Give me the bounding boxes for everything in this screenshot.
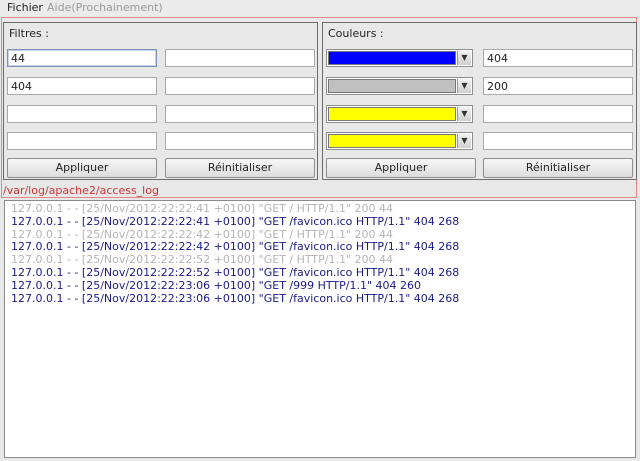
filter-field-1[interactable] xyxy=(7,49,157,67)
filters-title: Filtres : xyxy=(9,27,49,40)
filters-apply-button[interactable]: Appliquer xyxy=(7,158,157,178)
color-combo-3[interactable]: ▼ xyxy=(326,105,473,123)
chevron-down-icon[interactable]: ▼ xyxy=(457,107,471,121)
color-combo-4[interactable]: ▼ xyxy=(326,132,473,150)
color-swatch xyxy=(328,134,456,148)
color-value-field-3[interactable] xyxy=(483,105,633,123)
color-value-field-1[interactable] xyxy=(483,49,633,67)
filter-field-4[interactable] xyxy=(165,77,315,95)
filter-field-7[interactable] xyxy=(7,132,157,150)
menu-help[interactable]: Aide(Prochainement) xyxy=(47,1,163,14)
chevron-down-icon[interactable]: ▼ xyxy=(457,51,471,65)
filter-field-3[interactable] xyxy=(7,77,157,95)
color-swatch xyxy=(328,107,456,121)
log-line: 127.0.0.1 - - [25/Nov/2012:22:22:52 +010… xyxy=(11,265,460,279)
filters-reset-button[interactable]: Réinitialiser xyxy=(165,158,315,178)
menu-bar: Fichier Aide(Prochainement) xyxy=(0,0,640,16)
color-value-field-2[interactable] xyxy=(483,77,633,95)
colors-apply-button[interactable]: Appliquer xyxy=(326,158,476,178)
log-line: 127.0.0.1 - - [25/Nov/2012:22:22:41 +010… xyxy=(11,202,394,215)
color-value-field-4[interactable] xyxy=(483,132,633,150)
colors-reset-button[interactable]: Réinitialiser xyxy=(483,158,633,178)
color-swatch xyxy=(328,51,456,65)
filters-panel: Filtres : Appliquer Réinitialiser xyxy=(3,22,318,180)
log-file-path: /var/log/apache2/access_log xyxy=(3,184,159,197)
colors-panel: Couleurs : ▼ ▼ ▼ ▼ Appliquer Réinitialis… xyxy=(322,22,637,180)
filter-field-5[interactable] xyxy=(7,105,157,123)
colors-title: Couleurs : xyxy=(328,27,384,40)
color-combo-1[interactable]: ▼ xyxy=(326,49,473,67)
chevron-down-icon[interactable]: ▼ xyxy=(457,134,471,148)
log-output[interactable]: 127.0.0.1 - - [25/Nov/2012:22:22:41 +010… xyxy=(4,200,636,458)
color-swatch xyxy=(328,79,456,93)
menu-file[interactable]: Fichier xyxy=(7,1,43,14)
filter-field-2[interactable] xyxy=(165,49,315,67)
filter-field-8[interactable] xyxy=(165,132,315,150)
log-line: 127.0.0.1 - - [25/Nov/2012:22:23:06 +010… xyxy=(11,278,422,292)
color-combo-2[interactable]: ▼ xyxy=(326,77,473,95)
filter-field-6[interactable] xyxy=(165,105,315,123)
log-line: 127.0.0.1 - - [25/Nov/2012:22:22:41 +010… xyxy=(11,214,460,228)
chevron-down-icon[interactable]: ▼ xyxy=(457,79,471,93)
log-line: 127.0.0.1 - - [25/Nov/2012:22:23:06 +010… xyxy=(11,291,460,305)
